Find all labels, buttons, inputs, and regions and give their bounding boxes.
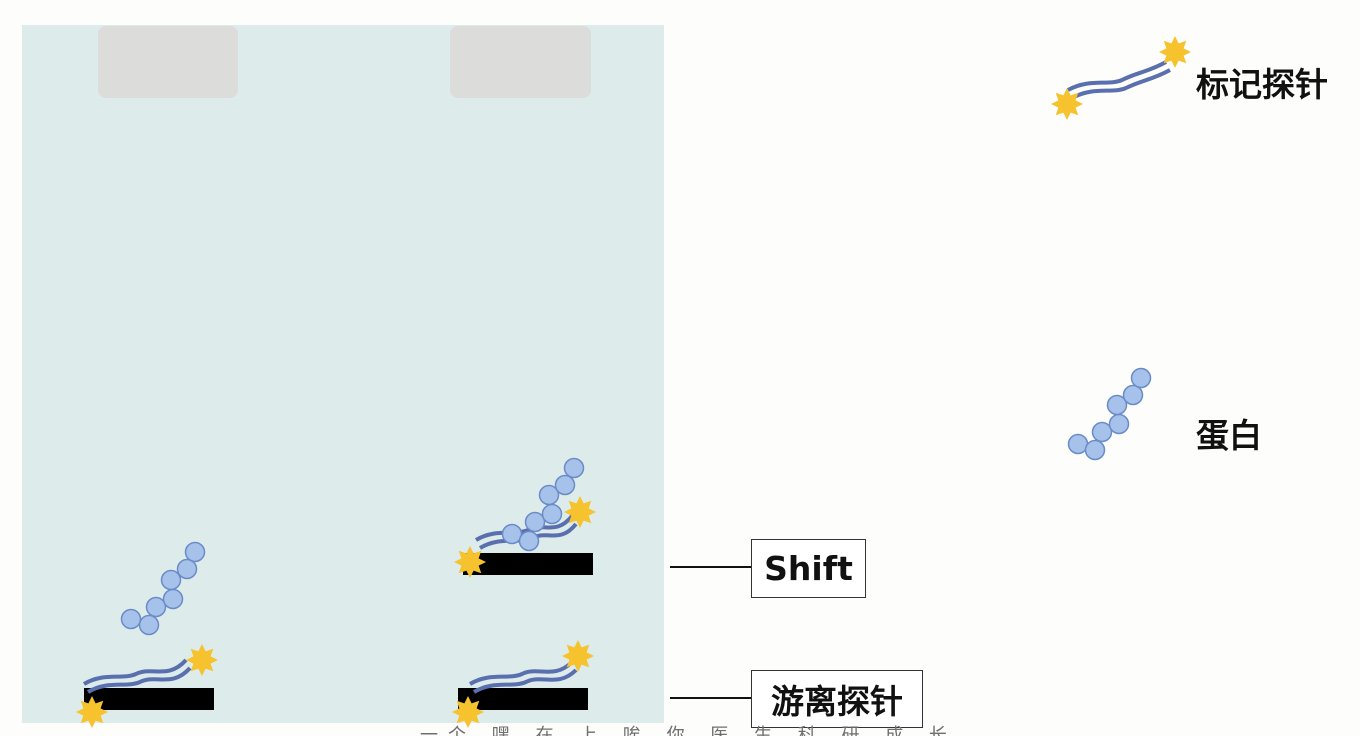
fluorescent-label-star-icon	[454, 546, 486, 578]
diagram-graphics	[76, 36, 1191, 728]
free-probe-connector-line	[670, 697, 751, 699]
free-protein-lane-1	[120, 541, 206, 636]
free-probe-label: 游离探针	[751, 670, 923, 728]
legend-labeled-probe-icon	[1051, 36, 1191, 120]
fluorescent-label-star-icon	[564, 496, 596, 528]
legend-protein-label: 蛋白	[1196, 416, 1262, 455]
fluorescent-label-star-icon	[1051, 88, 1083, 120]
free-probe-lane-2	[452, 640, 594, 728]
fluorescent-label-star-icon	[186, 644, 218, 676]
fluorescent-label-star-icon	[452, 696, 484, 728]
shift-label: Shift	[751, 539, 866, 598]
free-probe-lane-1	[76, 644, 218, 728]
fluorescent-label-star-icon	[562, 640, 594, 672]
fluorescent-label-star-icon	[1159, 36, 1191, 68]
legend-probe-label: 标记探针	[1196, 65, 1328, 104]
legend-protein-icon	[1067, 367, 1152, 461]
video-caption: 一个 嘿 在 上 唉 你 医 生 科 研 成 长	[420, 725, 957, 736]
shift-connector-line	[670, 566, 751, 568]
probe-protein-complex	[454, 457, 596, 578]
emsa-diagram: 标记探针 蛋白 Shift 游离探针 一个 嘿 在 上 唉 你 医 生 科 研 …	[0, 0, 1360, 736]
fluorescent-label-star-icon	[76, 696, 108, 728]
